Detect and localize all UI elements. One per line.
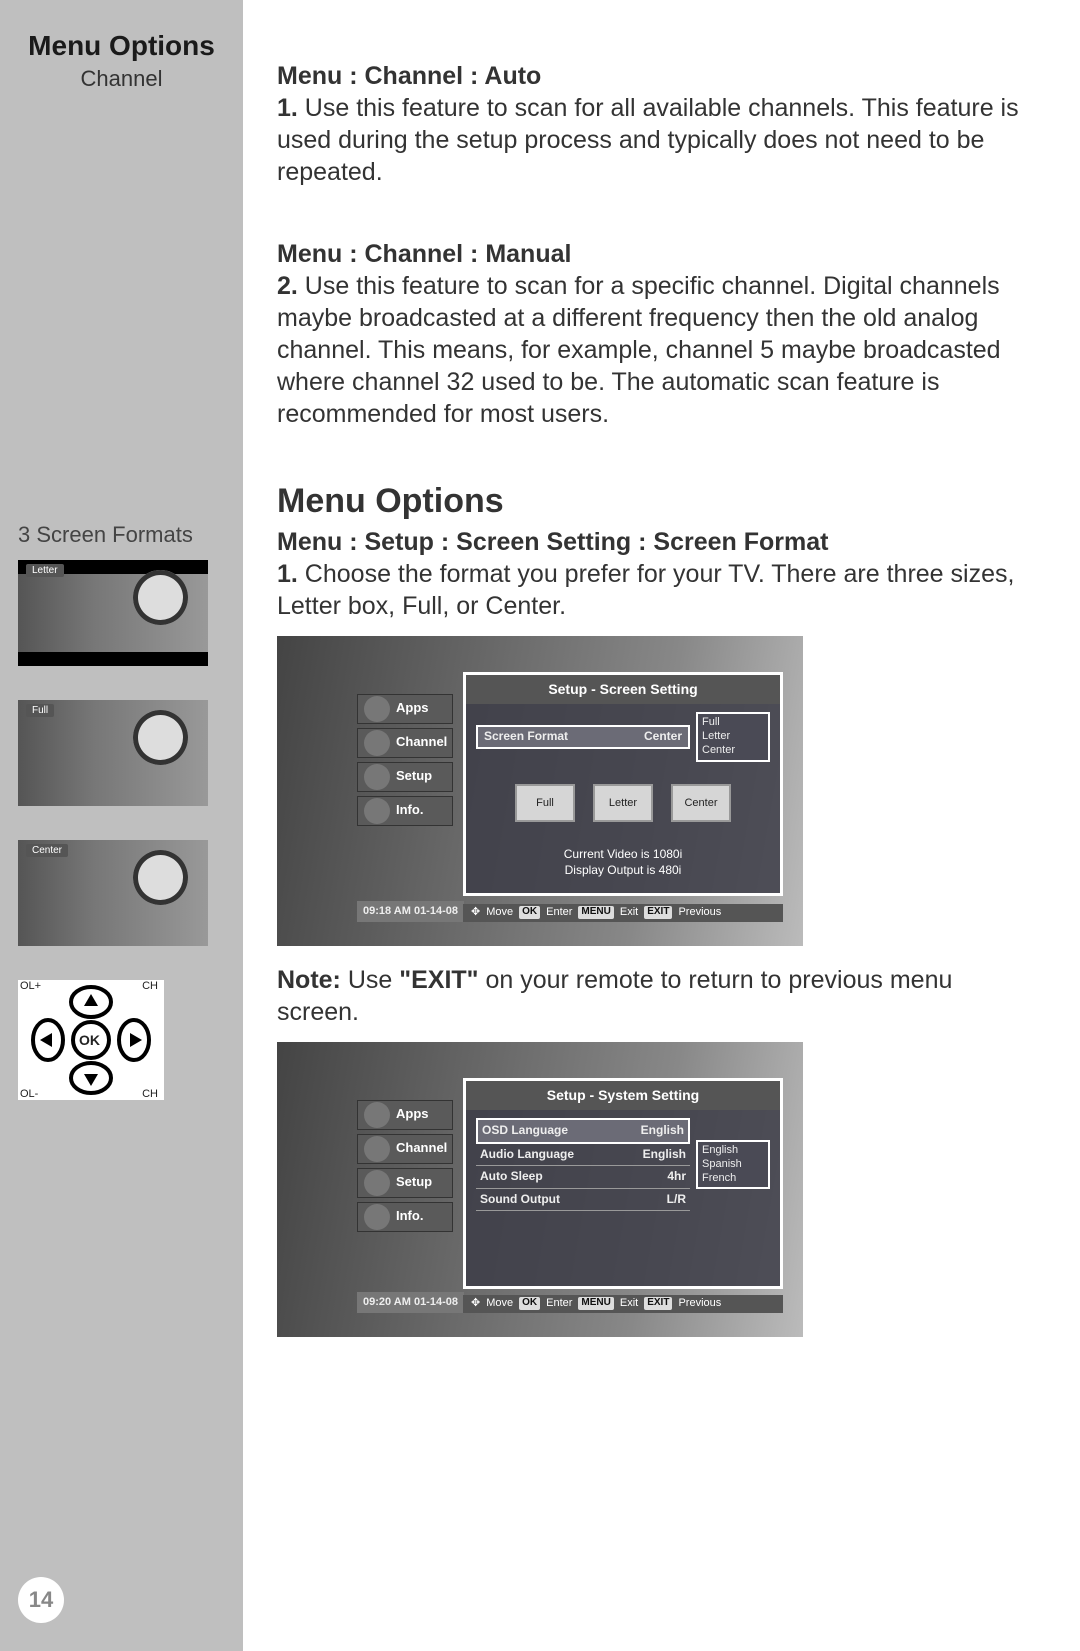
note-exit: Note: Use "EXIT" on your remote to retur… [277,964,1030,1028]
sidebar-subtitle: Channel [18,66,225,92]
body-auto: 1. Use this feature to scan for all avai… [277,92,1030,188]
ok-label: OK [79,1032,100,1048]
globe-icon [364,1102,390,1128]
osd-item-apps: Apps [357,1100,453,1130]
osd-item-setup: Setup [357,762,453,792]
screen-formats-label: 3 Screen Formats [18,522,225,548]
osd-sidebar: Apps Channel Setup Info. [357,1100,453,1236]
format-thumb-letterbox: Letter [18,560,208,666]
body-manual: 2. Use this feature to scan for a specif… [277,270,1030,430]
thumb-tag: Full [26,704,54,717]
thumb-tag: Center [26,844,68,857]
main-content: Menu : Channel : Auto 1. Use this featur… [243,0,1080,1651]
sidebar: Menu Options Channel 3 Screen Formats Le… [0,0,243,1651]
osd-panel: Setup - System Setting OSD LanguageEngli… [463,1078,783,1289]
gear-icon [364,1170,390,1196]
remote-dpad-icon: OL+ CH OL- CH OK [18,980,164,1100]
page-number-badge: 14 [18,1577,64,1623]
globe-icon [364,696,390,722]
dpad-icon: ✥ [471,905,480,919]
osd-helpbar: ✥Move OKEnter MENUExit EXITPrevious [463,1295,783,1313]
vol-minus-label: OL- [20,1088,38,1100]
heading-manual: Menu : Channel : Manual [277,238,1030,270]
ch-label2: CH [142,1088,158,1100]
screen-format-field: Screen FormatCenter [476,725,690,748]
row-audio-language: Audio LanguageEnglish [476,1144,690,1166]
vol-plus-label: OL+ [20,980,41,992]
format-btn-full: Full [515,784,575,822]
row-sound-output: Sound OutputL/R [476,1189,690,1211]
format-thumb-full: Full [18,700,208,806]
osd-timestamp: 09:18 AM 01-14-08 [357,901,464,921]
osd-timestamp: 09:20 AM 01-14-08 [357,1292,464,1312]
osd-item-channel: Channel [357,728,453,758]
section-title-menu-options: Menu Options [277,480,1030,524]
osd-helpbar: ✥Move OKEnter MENUExit EXITPrevious [463,904,783,922]
format-thumb-center: Center [18,840,208,946]
osd-panel: Setup - Screen Setting Screen FormatCent… [463,672,783,896]
panel-title: Setup - Screen Setting [466,675,780,705]
dpad-icon: ✥ [471,1296,480,1310]
heading-screenformat: Menu : Setup : Screen Setting : Screen F… [277,526,1030,558]
manual-page: Menu Options Channel 3 Screen Formats Le… [0,0,1080,1651]
info-icon [364,1204,390,1230]
section-channel-auto: Menu : Channel : Auto 1. Use this featur… [277,60,1030,188]
row-osd-language: OSD LanguageEnglish [476,1118,690,1143]
format-btn-letter: Letter [593,784,653,822]
format-btn-center: Center [671,784,731,822]
osd-sidebar: Apps Channel Setup Info. [357,694,453,830]
heading-auto: Menu : Channel : Auto [277,60,1030,92]
osd-item-channel: Channel [357,1134,453,1164]
sidebar-title: Menu Options [18,30,225,62]
osd-item-apps: Apps [357,694,453,724]
video-status: Current Video is 1080iDisplay Output is … [476,846,770,878]
osd-screenshot-screen-setting: Apps Channel Setup Info. Setup - Screen … [277,636,803,946]
osd-screenshot-system-setting: Apps Channel Setup Info. Setup - System … [277,1042,803,1337]
language-option-list: EnglishSpanishFrench [696,1140,770,1189]
osd-item-info: Info. [357,1202,453,1232]
row-auto-sleep: Auto Sleep4hr [476,1166,690,1188]
section-channel-manual: Menu : Channel : Manual 2. Use this feat… [277,238,1030,430]
format-option-list: FullLetterCenter [696,712,770,761]
channel-icon [364,730,390,756]
body-screenformat: 1. Choose the format you prefer for your… [277,558,1030,622]
osd-item-setup: Setup [357,1168,453,1198]
osd-item-info: Info. [357,796,453,826]
gear-icon [364,764,390,790]
info-icon [364,798,390,824]
panel-title: Setup - System Setting [466,1081,780,1111]
channel-icon [364,1136,390,1162]
ch-label: CH [142,980,158,992]
thumb-tag: Letter [26,564,64,577]
